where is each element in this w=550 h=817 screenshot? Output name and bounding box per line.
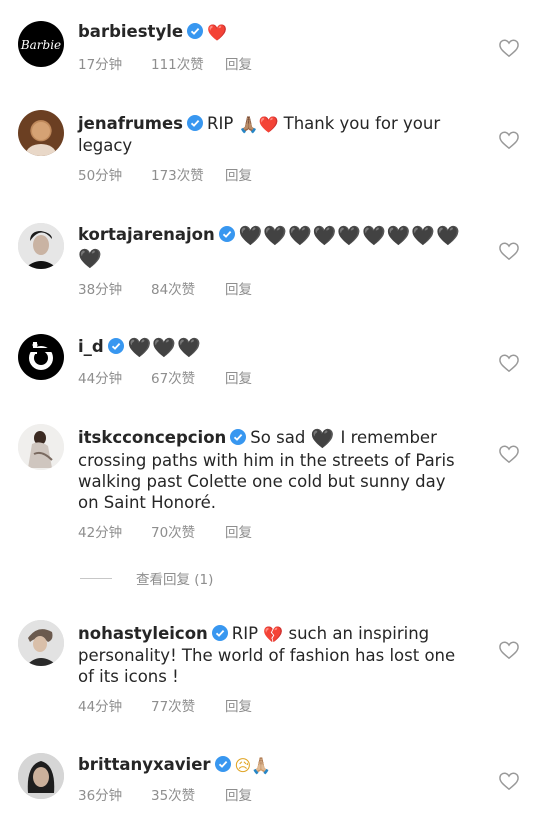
profile-photo-icon <box>18 620 64 666</box>
avatar[interactable] <box>18 110 64 156</box>
profile-photo-icon <box>18 223 64 269</box>
barbie-logo-icon: Barbie <box>20 38 61 52</box>
divider <box>80 577 112 579</box>
comment-text-line: 🖤 <box>78 247 483 270</box>
verified-badge-icon <box>211 625 228 641</box>
profile-photo-icon <box>18 424 64 470</box>
like-heart-icon[interactable] <box>498 241 520 261</box>
comment-meta: 44分钟 77次赞 回复 <box>78 695 483 715</box>
profile-photo-icon <box>18 753 64 799</box>
profile-photo-icon <box>26 122 56 156</box>
comment-emoji: 🖤 <box>78 248 103 270</box>
comment-text: itskcconcepcion So sad 🖤 I remember <box>78 427 483 450</box>
comment-emoji: 🖤🖤🖤🖤🖤🖤🖤🖤🖤 <box>238 225 461 247</box>
comment-text-line: legacy <box>78 136 133 155</box>
verified-badge-icon <box>214 756 231 772</box>
comment-text-line: of its icons ! <box>78 667 179 686</box>
reply-button[interactable]: 回复 <box>225 164 252 184</box>
comment-meta: 44分钟 67次赞 回复 <box>78 367 483 387</box>
like-heart-icon[interactable] <box>498 771 520 791</box>
comment-text-line: personality! The world of fashion has lo… <box>78 646 456 665</box>
like-count[interactable]: 35次赞 <box>151 784 225 804</box>
timestamp: 36分钟 <box>78 788 123 804</box>
id-logo-icon <box>29 342 53 370</box>
comment-emoji: 🙏🏽❤️ <box>238 115 279 134</box>
comment-text-line: on Saint Honoré. <box>78 493 217 512</box>
reply-button[interactable]: 回复 <box>225 367 252 387</box>
username[interactable]: nohastyleicon <box>78 624 208 643</box>
like-count[interactable]: 84次赞 <box>151 278 225 298</box>
username[interactable]: brittanyxavier <box>78 755 211 774</box>
svg-text:Barbie: Barbie <box>20 38 61 52</box>
view-replies-label[interactable]: 查看回复 (1) <box>136 568 213 588</box>
comment-meta: 50分钟 173次赞 回复 <box>78 164 483 184</box>
comment-emoji: 😥🙏🏼 <box>234 756 272 775</box>
comment-text: jenafrumes RIP 🙏🏽❤️ Thank you for your <box>78 113 483 135</box>
avatar[interactable] <box>18 753 64 799</box>
like-heart-icon[interactable] <box>498 640 520 660</box>
username[interactable]: i_d <box>78 337 104 356</box>
avatar[interactable] <box>18 334 64 380</box>
comment-meta: 17分钟 111次赞 回复 <box>78 53 483 73</box>
like-heart-icon[interactable] <box>498 444 520 464</box>
comment-text-line: walking past Colette one cold but sunny … <box>78 472 446 491</box>
reply-button[interactable]: 回复 <box>225 53 252 73</box>
avatar[interactable]: Barbie <box>18 21 64 67</box>
comment-text-part: Thank you for your <box>283 114 441 133</box>
verified-badge-icon <box>230 429 247 445</box>
reply-button[interactable]: 回复 <box>225 695 252 715</box>
timestamp: 44分钟 <box>78 371 123 387</box>
comment-text: i_d 🖤🖤🖤 <box>78 336 483 359</box>
timestamp: 50分钟 <box>78 168 123 184</box>
reply-button[interactable]: 回复 <box>225 784 252 804</box>
username[interactable]: itskcconcepcion <box>78 428 226 447</box>
comment-text-part: RIP <box>231 624 259 643</box>
like-count[interactable]: 67次赞 <box>151 367 225 387</box>
avatar[interactable] <box>18 620 64 666</box>
comment-text-line: crossing paths with him in the streets o… <box>78 451 455 470</box>
avatar[interactable] <box>18 223 64 269</box>
comment-text-part: RIP <box>207 114 234 133</box>
like-count[interactable]: 77次赞 <box>151 695 225 715</box>
like-count[interactable]: 173次赞 <box>151 164 225 184</box>
username[interactable]: barbiestyle <box>78 22 183 41</box>
reply-button[interactable]: 回复 <box>225 521 252 541</box>
like-heart-icon[interactable] <box>498 130 520 150</box>
comment-emoji: 🖤🖤🖤 <box>127 337 202 359</box>
verified-badge-icon <box>187 23 204 39</box>
comment-text-part: I remember <box>340 428 437 447</box>
username[interactable]: kortajarenajon <box>78 225 215 244</box>
comment-text-part: So sad <box>250 428 306 447</box>
comment-text: nohastyleicon RIP 💔 such an inspiring <box>78 623 483 645</box>
like-heart-icon[interactable] <box>498 353 520 373</box>
username[interactable]: jenafrumes <box>78 114 183 133</box>
verified-badge-icon <box>107 338 124 354</box>
comment-meta: 42分钟 70次赞 回复 <box>78 521 483 541</box>
comment-text: kortajarenajon 🖤🖤🖤🖤🖤🖤🖤🖤🖤 <box>78 224 483 247</box>
comment-text: brittanyxavier 😥🙏🏼 <box>78 754 483 776</box>
comment-emoji: 💔 <box>263 625 284 644</box>
comment-text: barbiestyle ❤️ <box>78 21 483 43</box>
timestamp: 44分钟 <box>78 699 123 715</box>
view-replies-link[interactable]: 查看回复 (1) <box>80 568 213 588</box>
timestamp: 42分钟 <box>78 525 123 541</box>
avatar[interactable] <box>18 424 64 470</box>
timestamp: 17分钟 <box>78 57 123 73</box>
like-count[interactable]: 70次赞 <box>151 521 225 541</box>
reply-button[interactable]: 回复 <box>225 278 252 298</box>
comment-meta: 38分钟 84次赞 回复 <box>78 278 483 298</box>
like-count[interactable]: 111次赞 <box>151 53 225 73</box>
verified-badge-icon <box>218 226 235 242</box>
timestamp: 38分钟 <box>78 282 123 298</box>
comment-text-part: such an inspiring <box>288 624 430 643</box>
like-heart-icon[interactable] <box>498 38 520 58</box>
comment-emoji: 🖤 <box>310 428 336 450</box>
comment-meta: 36分钟 35次赞 回复 <box>78 784 483 804</box>
comment-emoji: ❤️ <box>207 23 227 42</box>
verified-badge-icon <box>187 115 203 131</box>
